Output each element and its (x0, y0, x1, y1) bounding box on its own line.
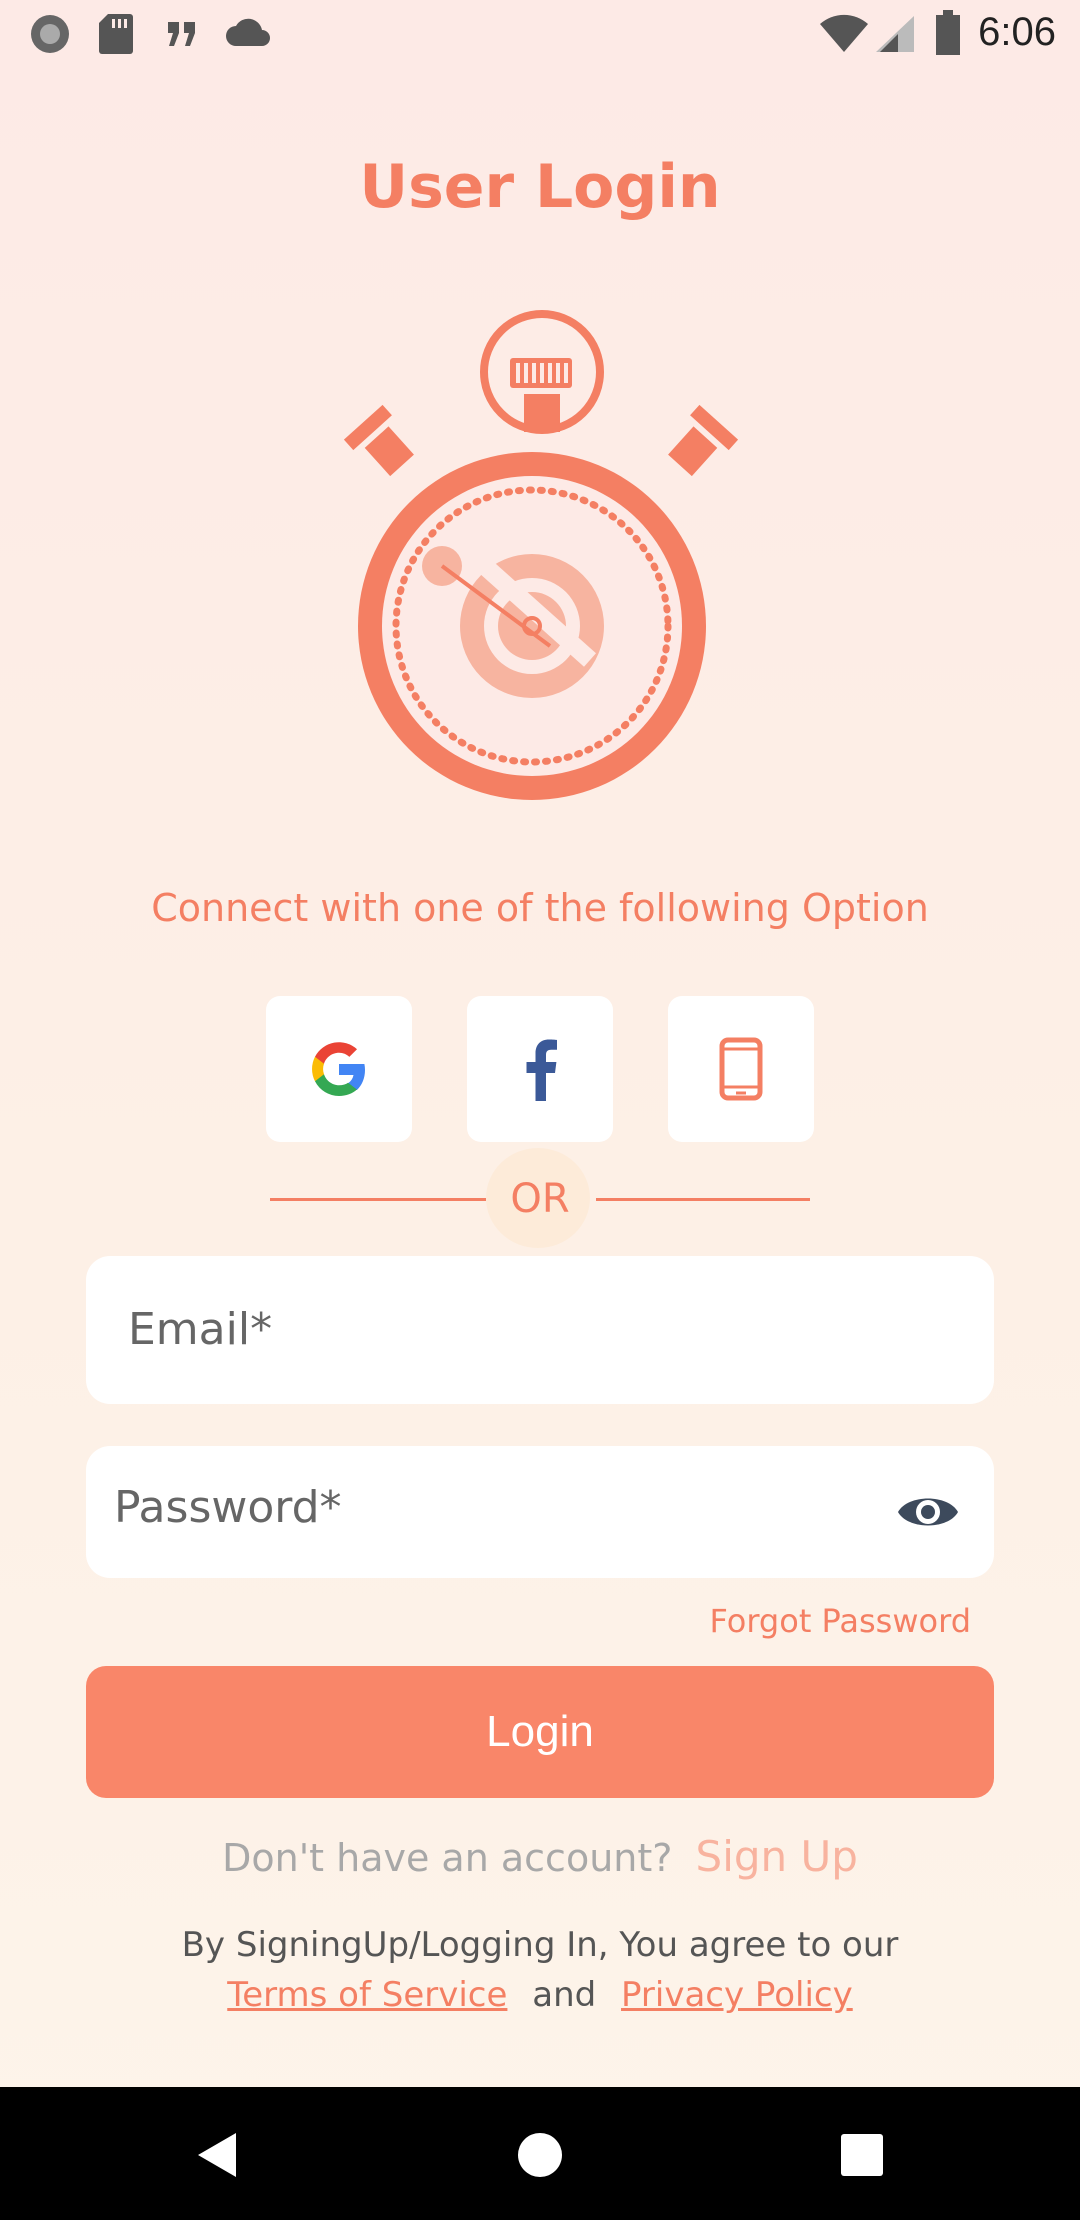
back-icon[interactable] (196, 2131, 240, 2179)
facebook-login-button[interactable] (467, 996, 613, 1142)
or-label: OR (510, 1176, 570, 1222)
google-g-icon (312, 1042, 365, 1096)
stopwatch-illustration (343, 310, 739, 800)
battery-icon (936, 10, 960, 55)
legal-line: By SigningUp/Logging In, You agree to ou… (181, 1925, 899, 1965)
home-icon[interactable] (516, 2131, 564, 2179)
password-placeholder: Password* (114, 1482, 342, 1533)
signup-question: Don't have an account? (222, 1836, 673, 1880)
or-divider: OR (0, 1148, 1080, 1248)
signup-row: Don't have an account? Sign Up (0, 1832, 1080, 1881)
wifi-icon (820, 14, 868, 53)
navigation-bar (0, 2087, 1080, 2220)
connect-subtitle: Connect with one of the following Option (151, 886, 929, 930)
terms-of-service-link[interactable]: Terms of Service (227, 1975, 507, 2015)
login-button[interactable]: Login (86, 1666, 994, 1798)
clock: 6:06 (978, 10, 1056, 54)
google-login-button[interactable] (266, 996, 412, 1142)
page-title: User Login (359, 152, 721, 222)
forgot-password-link[interactable]: Forgot Password (709, 1602, 971, 1640)
email-field[interactable]: Email* (86, 1256, 994, 1404)
signal-icon (876, 16, 914, 52)
recents-icon[interactable] (840, 2133, 884, 2177)
quote-icon (168, 22, 195, 46)
email-placeholder: Email* (128, 1304, 273, 1355)
legal-notice: By SigningUp/Logging In, You agree to ou… (0, 1920, 1080, 2020)
signup-link[interactable]: Sign Up (696, 1832, 858, 1881)
legal-and: and (532, 1975, 597, 2015)
password-field[interactable]: Password* (86, 1446, 994, 1578)
cloud-icon (226, 18, 270, 46)
facebook-f-icon (526, 1039, 557, 1101)
smartphone-icon (719, 1037, 763, 1101)
phone-login-button[interactable] (668, 996, 814, 1142)
status-bar: 6:06 (0, 0, 1080, 66)
eye-icon[interactable] (896, 1488, 960, 1536)
privacy-policy-link[interactable]: Privacy Policy (621, 1975, 853, 2015)
record-icon (31, 15, 69, 53)
sd-card-icon (99, 14, 133, 54)
